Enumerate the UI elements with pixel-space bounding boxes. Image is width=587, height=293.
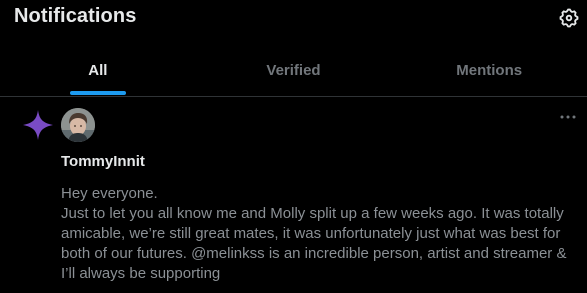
- header: Notifications: [0, 0, 587, 36]
- page-title: Notifications: [14, 5, 137, 27]
- avatar[interactable]: [61, 108, 95, 142]
- tab-label: Verified: [266, 61, 321, 79]
- tab-label: Mentions: [456, 61, 523, 79]
- more-horizontal-icon[interactable]: [558, 109, 578, 125]
- tweet-text: Hey everyone. Just to let you all know m…: [61, 185, 567, 282]
- tab-verified[interactable]: Verified: [196, 44, 392, 96]
- tab-label: All: [88, 61, 108, 79]
- tab-mentions[interactable]: Mentions: [391, 44, 587, 96]
- notification-tabs: All Verified Mentions: [0, 44, 587, 96]
- author-name[interactable]: TommyInnit: [61, 153, 145, 170]
- active-tab-indicator: [69, 91, 126, 95]
- tab-all[interactable]: All: [0, 44, 196, 96]
- notification-item[interactable]: TommyInnit Hey everyone. Just to let you…: [0, 97, 587, 293]
- avatar-image: [61, 108, 95, 142]
- gear-icon[interactable]: [558, 7, 580, 29]
- sparkle-icon: [23, 110, 53, 140]
